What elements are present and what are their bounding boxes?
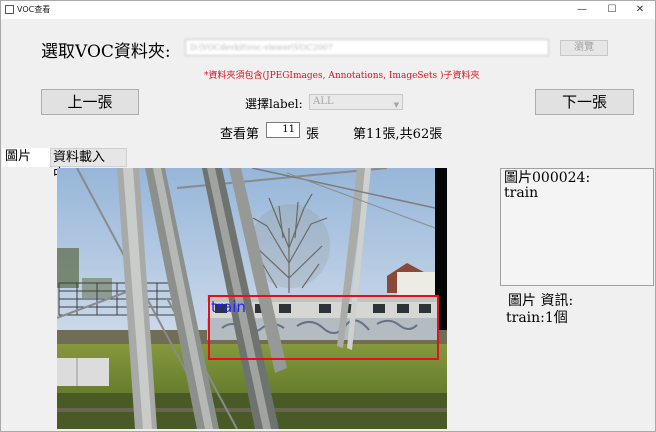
pager-status: 第11張,共62張	[353, 127, 443, 142]
image-viewer[interactable]: train	[57, 168, 447, 429]
minimize-button[interactable]: —	[567, 1, 597, 19]
tab-image[interactable]: 圖片	[2, 148, 50, 167]
window-title: VOC查看	[17, 5, 51, 14]
maximize-button[interactable]: ☐	[597, 1, 627, 19]
folder-hint-text: *資料夾須包含(JPEGImages, Annotations, ImageSe…	[204, 71, 480, 81]
close-button[interactable]: ✕	[625, 1, 655, 19]
folder-label: 選取VOC資料夾:	[41, 42, 171, 62]
image-info-title: 圖片 資訊:	[508, 293, 574, 309]
title-bar: VOC查看 — ☐ ✕	[1, 1, 655, 19]
pager-prefix: 查看第	[220, 127, 260, 142]
browse-button[interactable]: 瀏覽	[560, 40, 608, 56]
label-select-caption: 選擇label:	[245, 97, 303, 111]
app-icon	[5, 5, 14, 14]
label-select-value: ALL	[313, 96, 334, 107]
detection-label: train	[211, 298, 246, 316]
annotation-textbox[interactable]: 圖片000024: train	[500, 168, 654, 286]
label-select[interactable]: ALL ▼	[309, 94, 403, 110]
page-number-input[interactable]: 11	[266, 122, 300, 138]
chevron-down-icon: ▼	[393, 101, 399, 109]
folder-path-input[interactable]: D:\VOCdevkit\voc-viewer\VOC2007	[185, 39, 549, 56]
next-button[interactable]: 下一張	[535, 89, 634, 115]
annotation-line1: 圖片000024:	[504, 170, 591, 186]
app-window: VOC查看 — ☐ ✕ 選取VOC資料夾: D:\VOCdevkit\voc-v…	[0, 0, 656, 432]
loading-status: 資料載入中..	[50, 148, 127, 182]
prev-button[interactable]: 上一張	[41, 89, 139, 115]
annotation-line2: train	[504, 185, 539, 201]
train-photo: train	[57, 168, 447, 429]
pager-suffix: 張	[306, 127, 320, 142]
image-info-detail: train:1個	[506, 310, 568, 326]
